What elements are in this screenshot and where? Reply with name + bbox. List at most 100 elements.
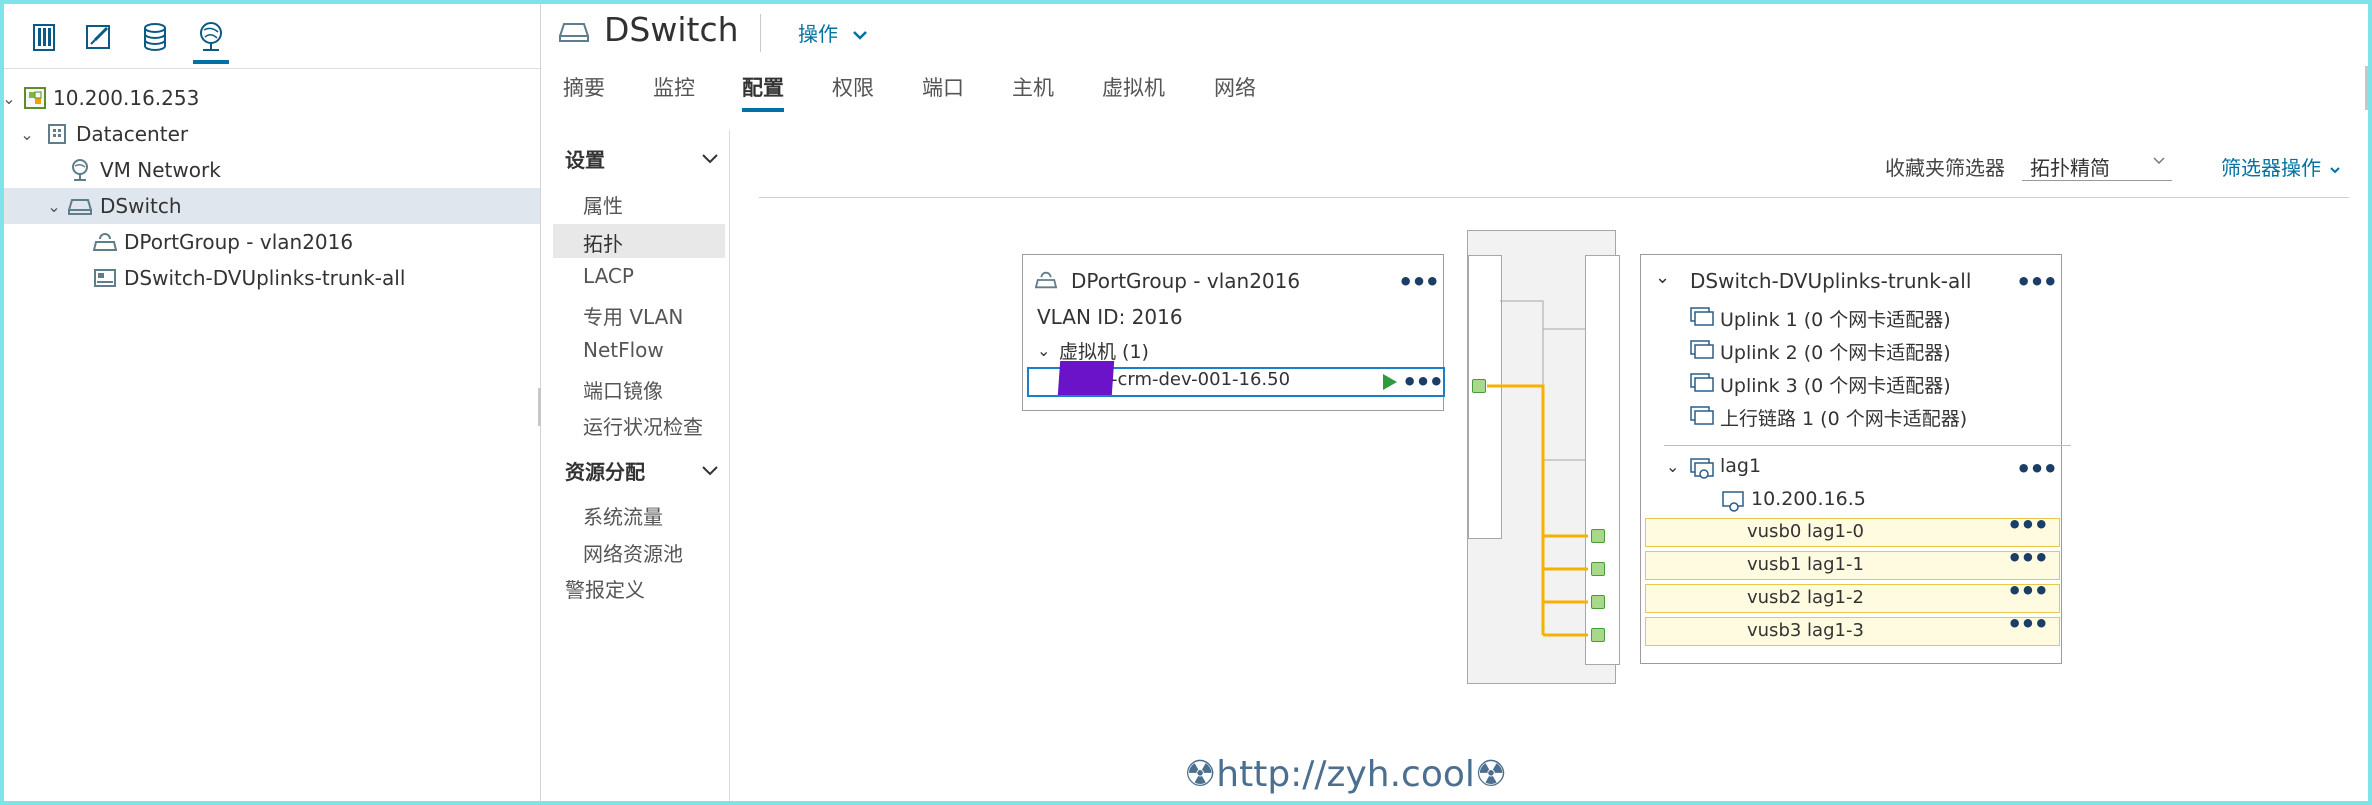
chevron-down-icon[interactable]: ⌄ bbox=[1037, 341, 1050, 360]
configure-side-nav: 设置 属性 拓扑 LACP 专用 VLAN NetFlow 端口镜像 运行状况检… bbox=[553, 130, 725, 801]
uplink-icon bbox=[1690, 340, 1716, 364]
portgroup-connector bbox=[1472, 379, 1486, 393]
more-actions-icon[interactable]: ••• bbox=[1402, 370, 1444, 394]
more-actions-icon[interactable]: ••• bbox=[2007, 513, 2049, 537]
tab-permissions[interactable]: 权限 bbox=[832, 72, 874, 110]
chevron-down-icon[interactable]: ⌄ bbox=[18, 125, 36, 144]
datacenter-icon bbox=[45, 121, 71, 147]
chevron-down-icon[interactable]: ⌄ bbox=[45, 197, 63, 216]
tab-hosts[interactable]: 主机 bbox=[1012, 72, 1054, 110]
inventory-navigator: ⌄ 10.200.16.253 ⌄ Datacenter VM Network … bbox=[2, 4, 541, 801]
nav-item-port-mirroring[interactable]: 端口镜像 bbox=[583, 375, 663, 404]
actions-menu-button[interactable]: 操作 bbox=[798, 18, 868, 47]
chevron-down-icon bbox=[853, 31, 868, 40]
uplink-label[interactable]: Uplink 2 (0 个网卡适配器) bbox=[1720, 338, 1951, 365]
tree-item-datacenter[interactable]: ⌄ Datacenter bbox=[4, 116, 540, 152]
favorite-filter-select[interactable]: 拓扑精简 bbox=[2022, 148, 2172, 181]
tree-item-vm-network[interactable]: VM Network bbox=[4, 152, 540, 188]
vm-group-label[interactable]: 虚拟机 (1) bbox=[1059, 337, 1149, 364]
tree-item-vcenter[interactable]: ⌄ 10.200.16.253 bbox=[2, 80, 540, 116]
tree-label: Datacenter bbox=[76, 122, 189, 146]
host-icon bbox=[1722, 491, 1746, 517]
tab-networks[interactable]: 网络 bbox=[1214, 72, 1256, 110]
uplink-card: ⌄ DSwitch-DVUplinks-trunk-all ••• Uplink… bbox=[1640, 254, 2071, 664]
nav-item-resource-pools[interactable]: 网络资源池 bbox=[583, 538, 683, 567]
chevron-down-icon bbox=[2153, 157, 2165, 165]
nav-item-alarm-definitions[interactable]: 警报定义 bbox=[565, 574, 645, 603]
vm-row[interactable]: -crm-dev-001-16.50 ••• bbox=[1027, 361, 1445, 397]
tab-summary[interactable]: 摘要 bbox=[563, 72, 605, 110]
lag-port-label: vusb0 lag1-0 bbox=[1747, 521, 1864, 542]
tab-vms[interactable]: 虚拟机 bbox=[1102, 72, 1165, 110]
network-icon bbox=[67, 157, 93, 183]
nav-item-private-vlan[interactable]: 专用 VLAN bbox=[583, 301, 683, 330]
uplink-icon bbox=[1690, 307, 1716, 331]
watermark: ☢http://zyh.cool☢ bbox=[1184, 754, 1508, 795]
more-actions-icon[interactable]: ••• bbox=[2007, 546, 2049, 570]
switch-topology-box bbox=[1467, 230, 1620, 684]
filter-actions-button[interactable]: 筛选器操作 bbox=[2221, 152, 2341, 181]
uplink-label[interactable]: 上行链路 1 (0 个网卡适配器) bbox=[1720, 404, 1967, 431]
uplink-label[interactable]: Uplink 3 (0 个网卡适配器) bbox=[1720, 371, 1951, 398]
lag-port-row[interactable]: vusb3 lag1-3 ••• bbox=[1645, 612, 2060, 646]
uplink-connector bbox=[1591, 562, 1605, 576]
nav-item-topology[interactable]: 拓扑 bbox=[553, 224, 725, 258]
dswitch-icon bbox=[558, 20, 590, 48]
nav-item-system-traffic[interactable]: 系统流量 bbox=[583, 501, 663, 530]
lag-port-row[interactable]: vusb0 lag1-0 ••• bbox=[1645, 513, 2060, 547]
lag-port-label: vusb3 lag1-3 bbox=[1747, 620, 1864, 641]
nav-item-lacp[interactable]: LACP bbox=[583, 264, 634, 288]
settings-section-title[interactable]: 设置 bbox=[565, 144, 605, 173]
tab-ports[interactable]: 端口 bbox=[922, 72, 964, 110]
lag-icon bbox=[1690, 458, 1716, 484]
lag-port-row[interactable]: vusb2 lag1-2 ••• bbox=[1645, 579, 2060, 613]
tree-item-dswitch[interactable]: ⌄ DSwitch bbox=[4, 188, 540, 224]
lag-host[interactable]: 10.200.16.5 bbox=[1751, 488, 1866, 510]
more-actions-icon[interactable]: ••• bbox=[2016, 457, 2058, 481]
more-actions-icon[interactable]: ••• bbox=[2016, 270, 2058, 294]
powered-on-icon bbox=[1383, 374, 1397, 390]
object-header: DSwitch 操作 bbox=[541, 4, 2368, 62]
resource-section-title[interactable]: 资源分配 bbox=[565, 456, 645, 485]
uplink-portgroup-title[interactable]: DSwitch-DVUplinks-trunk-all bbox=[1690, 269, 1971, 293]
favorite-filter-label: 收藏夹筛选器 bbox=[1885, 156, 2005, 180]
tree-label: DSwitch-DVUplinks-trunk-all bbox=[124, 266, 406, 290]
tab-monitor[interactable]: 监控 bbox=[653, 72, 695, 110]
tab-configure[interactable]: 配置 bbox=[742, 72, 784, 112]
lag-port-label: vusb1 lag1-1 bbox=[1747, 554, 1864, 575]
uplink-label[interactable]: Uplink 1 (0 个网卡适配器) bbox=[1720, 305, 1951, 332]
vms-templates-icon[interactable] bbox=[76, 14, 120, 60]
lag-name[interactable]: lag1 bbox=[1720, 455, 1761, 477]
scrollbar[interactable] bbox=[2365, 66, 2368, 110]
more-actions-icon[interactable]: ••• bbox=[1398, 270, 1440, 294]
nav-item-health-check[interactable]: 运行状况检查 bbox=[583, 411, 703, 440]
vm-name: -crm-dev-001-16.50 bbox=[1111, 369, 1291, 390]
chevron-down-icon bbox=[2330, 167, 2341, 174]
lag-port-label: vusb2 lag1-2 bbox=[1747, 587, 1864, 608]
more-actions-icon[interactable]: ••• bbox=[2007, 579, 2049, 603]
actions-label: 操作 bbox=[798, 22, 838, 46]
lag-port-row[interactable]: vusb1 lag1-1 ••• bbox=[1645, 546, 2060, 580]
nav-item-netflow[interactable]: NetFlow bbox=[583, 338, 664, 362]
tree-item-uplink-portgroup[interactable]: DSwitch-DVUplinks-trunk-all bbox=[4, 260, 540, 296]
chevron-down-icon[interactable]: ⌄ bbox=[0, 89, 18, 108]
portgroup-title[interactable]: DPortGroup - vlan2016 bbox=[1071, 269, 1300, 293]
hosts-clusters-icon[interactable] bbox=[23, 14, 67, 60]
uplink-icon bbox=[1690, 406, 1716, 430]
main-content: DSwitch 操作 摘要 监控 配置 权限 端口 主机 虚拟机 网络 设置 属… bbox=[541, 4, 2368, 801]
tree-item-portgroup[interactable]: DPortGroup - vlan2016 bbox=[4, 224, 540, 260]
storage-icon[interactable] bbox=[133, 14, 177, 60]
chevron-down-icon[interactable]: ⌄ bbox=[1655, 267, 1670, 288]
nav-item-properties[interactable]: 属性 bbox=[583, 190, 623, 219]
tree-label: 10.200.16.253 bbox=[53, 86, 200, 110]
filter-select-value: 拓扑精简 bbox=[2030, 156, 2110, 180]
uplink-connector bbox=[1591, 529, 1605, 543]
more-actions-icon[interactable]: ••• bbox=[2007, 612, 2049, 636]
tab-bar: 摘要 监控 配置 权限 端口 主机 虚拟机 网络 bbox=[541, 66, 2368, 112]
chevron-down-icon[interactable] bbox=[700, 460, 720, 480]
chevron-down-icon[interactable] bbox=[700, 148, 720, 168]
uplink-icon bbox=[1690, 373, 1716, 397]
uplink-connector bbox=[1591, 628, 1605, 642]
networking-icon[interactable] bbox=[189, 14, 233, 64]
chevron-down-icon[interactable]: ⌄ bbox=[1666, 457, 1679, 476]
